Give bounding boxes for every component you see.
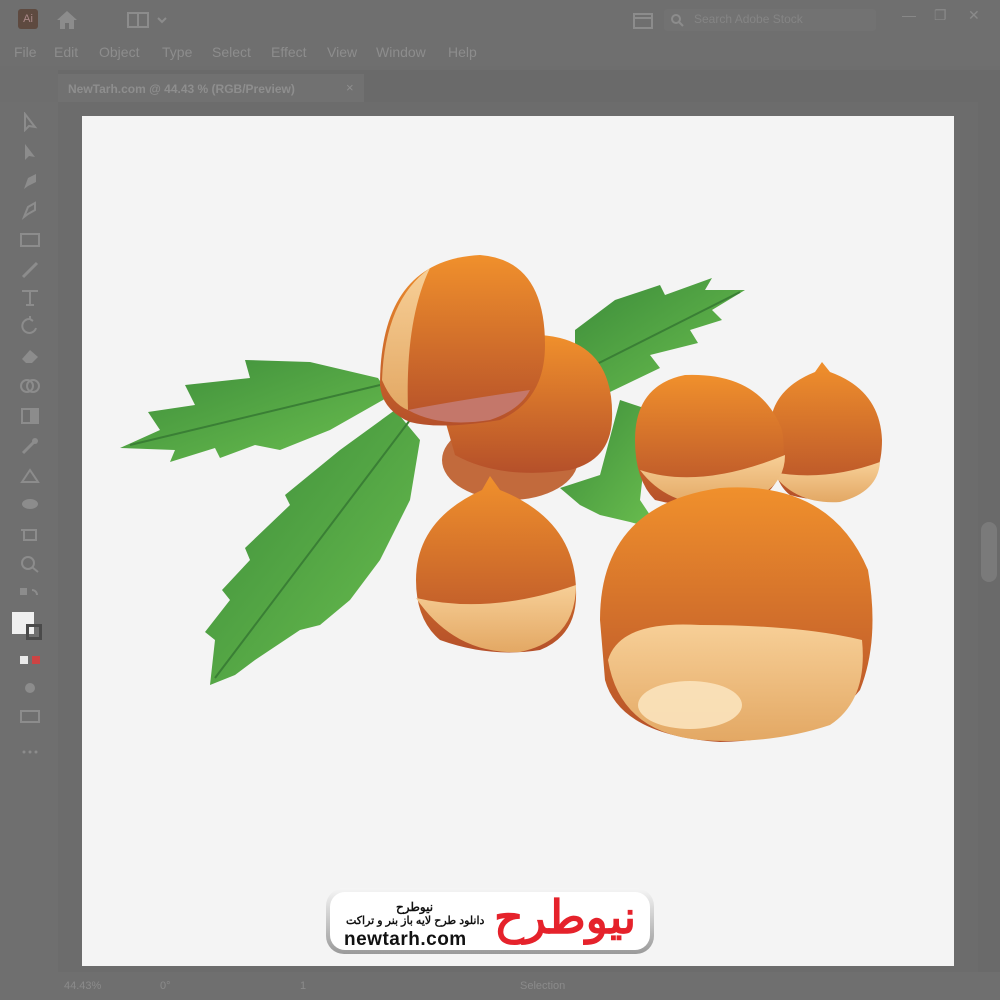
rotation-angle[interactable]: 0° xyxy=(160,980,171,992)
zoom-level[interactable]: 44.43% xyxy=(64,980,101,992)
artboard-number[interactable]: 1 xyxy=(300,980,306,992)
watermark-brand-text: نیوطرح xyxy=(396,900,434,914)
watermark-badge: نیوطرح دانلود طرح لایه باز بنر و تراکت n… xyxy=(326,888,654,954)
watermark-tagline: دانلود طرح لایه باز بنر و تراکت xyxy=(346,915,485,927)
status-bar: 44.43% 0° 1 Selection xyxy=(0,972,1000,1000)
watermark-inner: نیوطرح دانلود طرح لایه باز بنر و تراکت n… xyxy=(330,891,650,950)
hazelnut-illustration xyxy=(120,255,882,742)
tool-mode-label: Selection xyxy=(520,980,566,992)
watermark-domain: newtarh.com xyxy=(344,929,467,950)
watermark-logo-text: نیوطرح xyxy=(494,891,637,943)
